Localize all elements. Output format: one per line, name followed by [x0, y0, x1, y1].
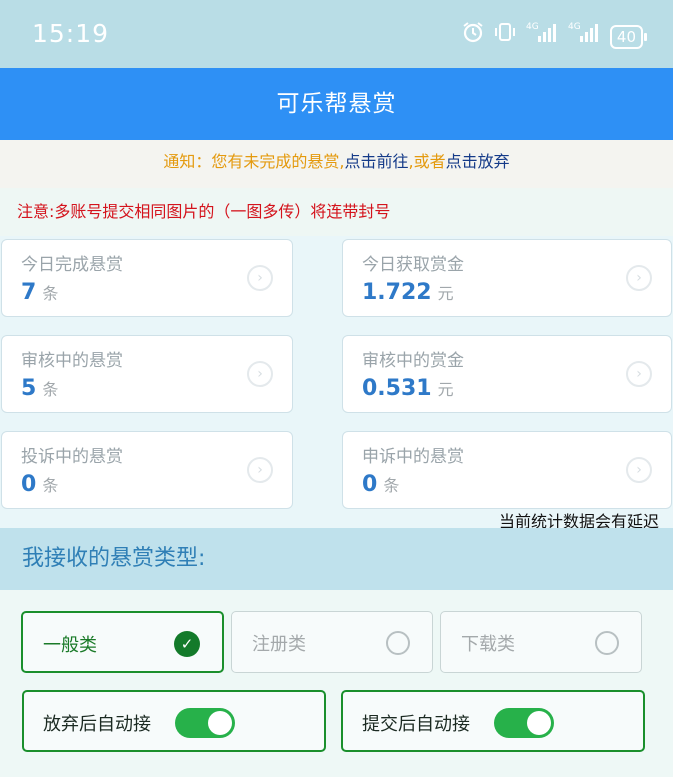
stat-value: 5	[21, 376, 37, 401]
chevron-right-icon: ›	[626, 361, 652, 387]
toggle-label: 提交后自动接	[362, 714, 470, 735]
stat-value: 0.531	[362, 376, 432, 401]
auto-accept-after-submit: 提交后自动接	[341, 690, 645, 752]
signal-4g-label: 4G	[526, 22, 539, 32]
notice-bar: 通知：您有未完成的悬赏,点击前往,或者点击放弃	[0, 140, 673, 188]
chevron-right-icon: ›	[626, 457, 652, 483]
chevron-right-icon: ›	[247, 361, 273, 387]
toggle-knob	[527, 711, 551, 735]
chevron-right-icon: ›	[247, 457, 273, 483]
go-link[interactable]: 点击前往	[344, 152, 408, 171]
stat-card-today-reward[interactable]: 今日获取赏金 1.722 元 ›	[342, 239, 672, 317]
stat-label: 今日完成悬赏	[21, 255, 123, 275]
stat-value: 0	[21, 472, 37, 497]
stat-label: 今日获取赏金	[362, 255, 464, 275]
stat-card-complaint-tasks[interactable]: 投诉中的悬赏 0条 ›	[1, 431, 293, 509]
stat-label: 投诉中的悬赏	[21, 447, 123, 467]
page-title: 可乐帮悬赏	[0, 68, 673, 140]
type-option-register[interactable]: 注册类	[231, 611, 433, 673]
stat-label: 审核中的赏金	[362, 351, 464, 371]
notice-text: 通知：您有未完成的悬赏,	[163, 152, 345, 171]
section-title: 我接收的悬赏类型:	[0, 528, 673, 590]
status-icons: 4G 4G 40	[462, 20, 648, 53]
battery-indicator: 40	[609, 24, 648, 49]
radio-empty-icon	[386, 631, 410, 655]
signal-4g-icon: 4G	[568, 20, 600, 53]
stat-unit: 元	[437, 284, 454, 303]
stat-value: 0	[362, 472, 378, 497]
vibrate-icon	[494, 21, 516, 52]
auto-accept-after-abandon: 放弃后自动接	[22, 690, 326, 752]
chevron-right-icon: ›	[247, 265, 273, 291]
stat-value: 1.722	[362, 280, 432, 305]
signal-4g-icon: 4G	[526, 20, 558, 53]
stat-unit: 条	[42, 476, 59, 495]
auto-accept-abandon-toggle[interactable]	[175, 708, 235, 738]
type-option-label: 一般类	[43, 635, 97, 656]
notice-separator: ,或者	[408, 152, 446, 171]
status-bar: 15:19 4G 4G 40	[0, 0, 673, 68]
type-option-download[interactable]: 下载类	[440, 611, 642, 673]
status-time: 15:19	[32, 19, 110, 48]
check-circle-icon: ✓	[174, 631, 200, 657]
chevron-right-icon: ›	[626, 265, 652, 291]
type-option-label: 下载类	[461, 634, 515, 655]
toggle-label: 放弃后自动接	[43, 714, 151, 735]
auto-accept-submit-toggle[interactable]	[494, 708, 554, 738]
radio-empty-icon	[595, 631, 619, 655]
stat-unit: 元	[437, 380, 454, 399]
stat-card-reviewing-reward[interactable]: 审核中的赏金 0.531 元 ›	[342, 335, 672, 413]
stat-card-reviewing-tasks[interactable]: 审核中的悬赏 5条 ›	[1, 335, 293, 413]
abandon-link[interactable]: 点击放弃	[446, 152, 510, 171]
warning-text: 注意:多账号提交相同图片的（一图多传）将连带封号	[0, 188, 673, 236]
stat-card-today-completed[interactable]: 今日完成悬赏 7条 ›	[1, 239, 293, 317]
alarm-icon	[462, 21, 484, 52]
stat-unit: 条	[42, 284, 59, 303]
stat-label: 申诉中的悬赏	[362, 447, 464, 467]
signal-4g-label: 4G	[568, 22, 581, 32]
type-option-general[interactable]: 一般类 ✓	[21, 611, 224, 673]
type-option-label: 注册类	[252, 634, 306, 655]
stat-unit: 条	[383, 476, 400, 495]
stat-value: 7	[21, 280, 37, 305]
stat-label: 审核中的悬赏	[21, 351, 123, 371]
stat-card-appeal-tasks[interactable]: 申诉中的悬赏 0条 ›	[342, 431, 672, 509]
stat-unit: 条	[42, 380, 59, 399]
toggle-knob	[208, 711, 232, 735]
